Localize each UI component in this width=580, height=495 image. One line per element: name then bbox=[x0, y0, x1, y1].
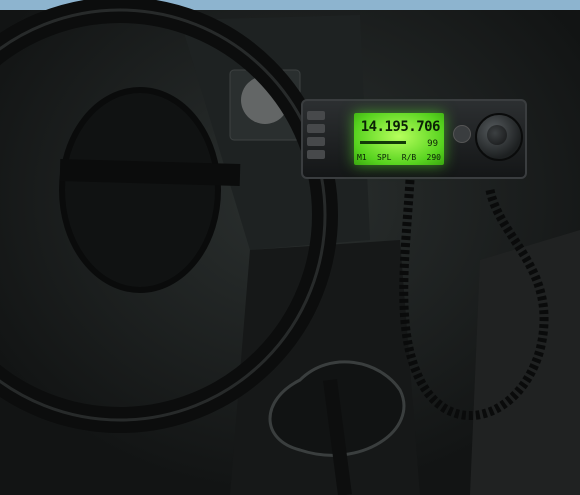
steering-hub bbox=[59, 87, 221, 293]
car-interior-photo: 14.195.706 99 M1 SPL R/B 290 bbox=[0, 0, 580, 495]
interior-background bbox=[0, 0, 580, 495]
ham-radio-transceiver: 14.195.706 99 M1 SPL R/B 290 bbox=[301, 99, 527, 179]
signal-meter bbox=[360, 141, 406, 144]
mode-label-1: M1 bbox=[357, 153, 367, 162]
passenger-seat bbox=[470, 230, 580, 495]
radio-side-buttons bbox=[307, 111, 325, 163]
mode-label-2: SPL bbox=[376, 153, 392, 162]
radio-lcd-display: 14.195.706 99 M1 SPL R/B 290 bbox=[354, 113, 444, 165]
small-control-knob bbox=[453, 125, 471, 143]
meter-number: 99 bbox=[427, 139, 438, 149]
display-bottom-row: M1 SPL R/B 290 bbox=[357, 153, 441, 162]
steering-spoke bbox=[59, 159, 241, 186]
frequency-readout: 14.195.706 bbox=[360, 119, 441, 135]
mode-label-3: R/B bbox=[401, 153, 417, 162]
tuning-knob bbox=[475, 113, 523, 161]
mode-label-4: 290 bbox=[426, 153, 441, 162]
